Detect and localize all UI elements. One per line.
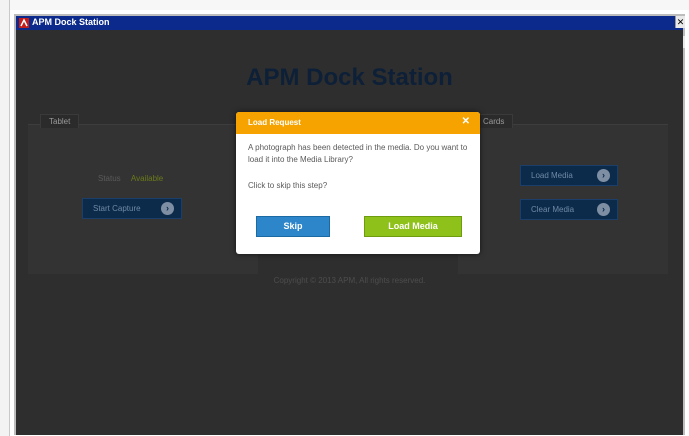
arrow-right-circle-icon: › — [597, 169, 610, 182]
host-window-edge — [0, 0, 10, 436]
app-content: APM Dock Station Tablet Cards Status Ava… — [16, 30, 683, 435]
start-capture-button[interactable]: Start Capture › — [82, 198, 182, 219]
app-window: APM Dock Station ✕ □ APM Dock Station Ta… — [14, 14, 685, 435]
dialog-close-icon[interactable]: ✕ — [462, 116, 470, 127]
status-label: Status — [98, 174, 121, 183]
tab-tablet[interactable]: Tablet — [40, 114, 80, 128]
start-capture-label: Start Capture — [93, 204, 141, 213]
copyright-text: Copyright © 2013 APM, All rights reserve… — [273, 276, 426, 285]
arrow-right-circle-icon: › — [597, 203, 610, 216]
dialog-body: A photograph has been detected in the me… — [248, 142, 468, 192]
dialog-title: Load Request — [248, 118, 301, 127]
load-media-dialog-button[interactable]: Load Media — [364, 216, 462, 237]
arrow-right-circle-icon: › — [161, 202, 174, 215]
status-value: Available — [130, 174, 164, 183]
desktop-background: APM Dock Station ✕ □ APM Dock Station Ta… — [0, 0, 689, 436]
page-title: APM Dock Station — [246, 64, 453, 91]
clear-media-label: Clear Media — [531, 205, 575, 214]
apm-logo-icon — [19, 18, 29, 28]
window-close-button[interactable]: ✕ — [675, 16, 685, 28]
load-media-button[interactable]: Load Media › — [520, 165, 618, 186]
dialog-question: Click to skip this step? — [248, 181, 328, 190]
load-request-dialog: Load Request ✕ A photograph has been det… — [236, 112, 480, 254]
load-media-label: Load Media — [531, 171, 573, 180]
clear-media-button[interactable]: Clear Media › — [520, 199, 618, 220]
skip-button[interactable]: Skip — [256, 216, 330, 237]
window-title: APM Dock Station — [32, 17, 110, 27]
host-window-top-edge — [10, 0, 689, 10]
dialog-message: A photograph has been detected in the me… — [248, 143, 468, 164]
status-row: Status Available — [98, 174, 163, 183]
title-bar[interactable]: APM Dock Station ✕ — [16, 16, 685, 30]
dialog-header: Load Request ✕ — [236, 112, 480, 134]
